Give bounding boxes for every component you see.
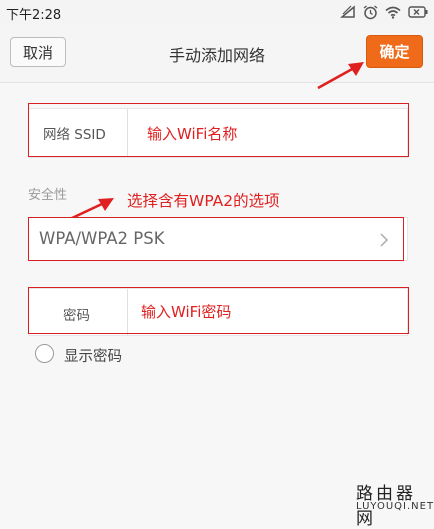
show-password-label[interactable]: 显示密码 — [64, 345, 122, 366]
wifi-icon — [385, 6, 401, 19]
annotation-box-ssid — [28, 103, 409, 157]
alarm-icon — [363, 4, 378, 20]
status-time: 下午2:28 — [6, 8, 62, 23]
watermark-logo-en: LUYOUQI.NET — [356, 501, 434, 512]
security-section-label: 安全性 — [28, 188, 68, 203]
confirm-button[interactable]: 确定 — [366, 35, 423, 68]
security-annotation: 选择含有WPA2的选项 — [127, 192, 280, 210]
status-icons — [340, 4, 428, 20]
show-password-radio[interactable] — [35, 344, 54, 363]
status-bar: 下午2:28 — [0, 0, 434, 24]
annotation-box-password — [28, 287, 409, 334]
battery-icon — [408, 6, 428, 18]
annotation-arrow-confirm — [317, 62, 364, 90]
signal-muted-icon — [340, 5, 356, 19]
annotation-box-security — [28, 217, 404, 261]
